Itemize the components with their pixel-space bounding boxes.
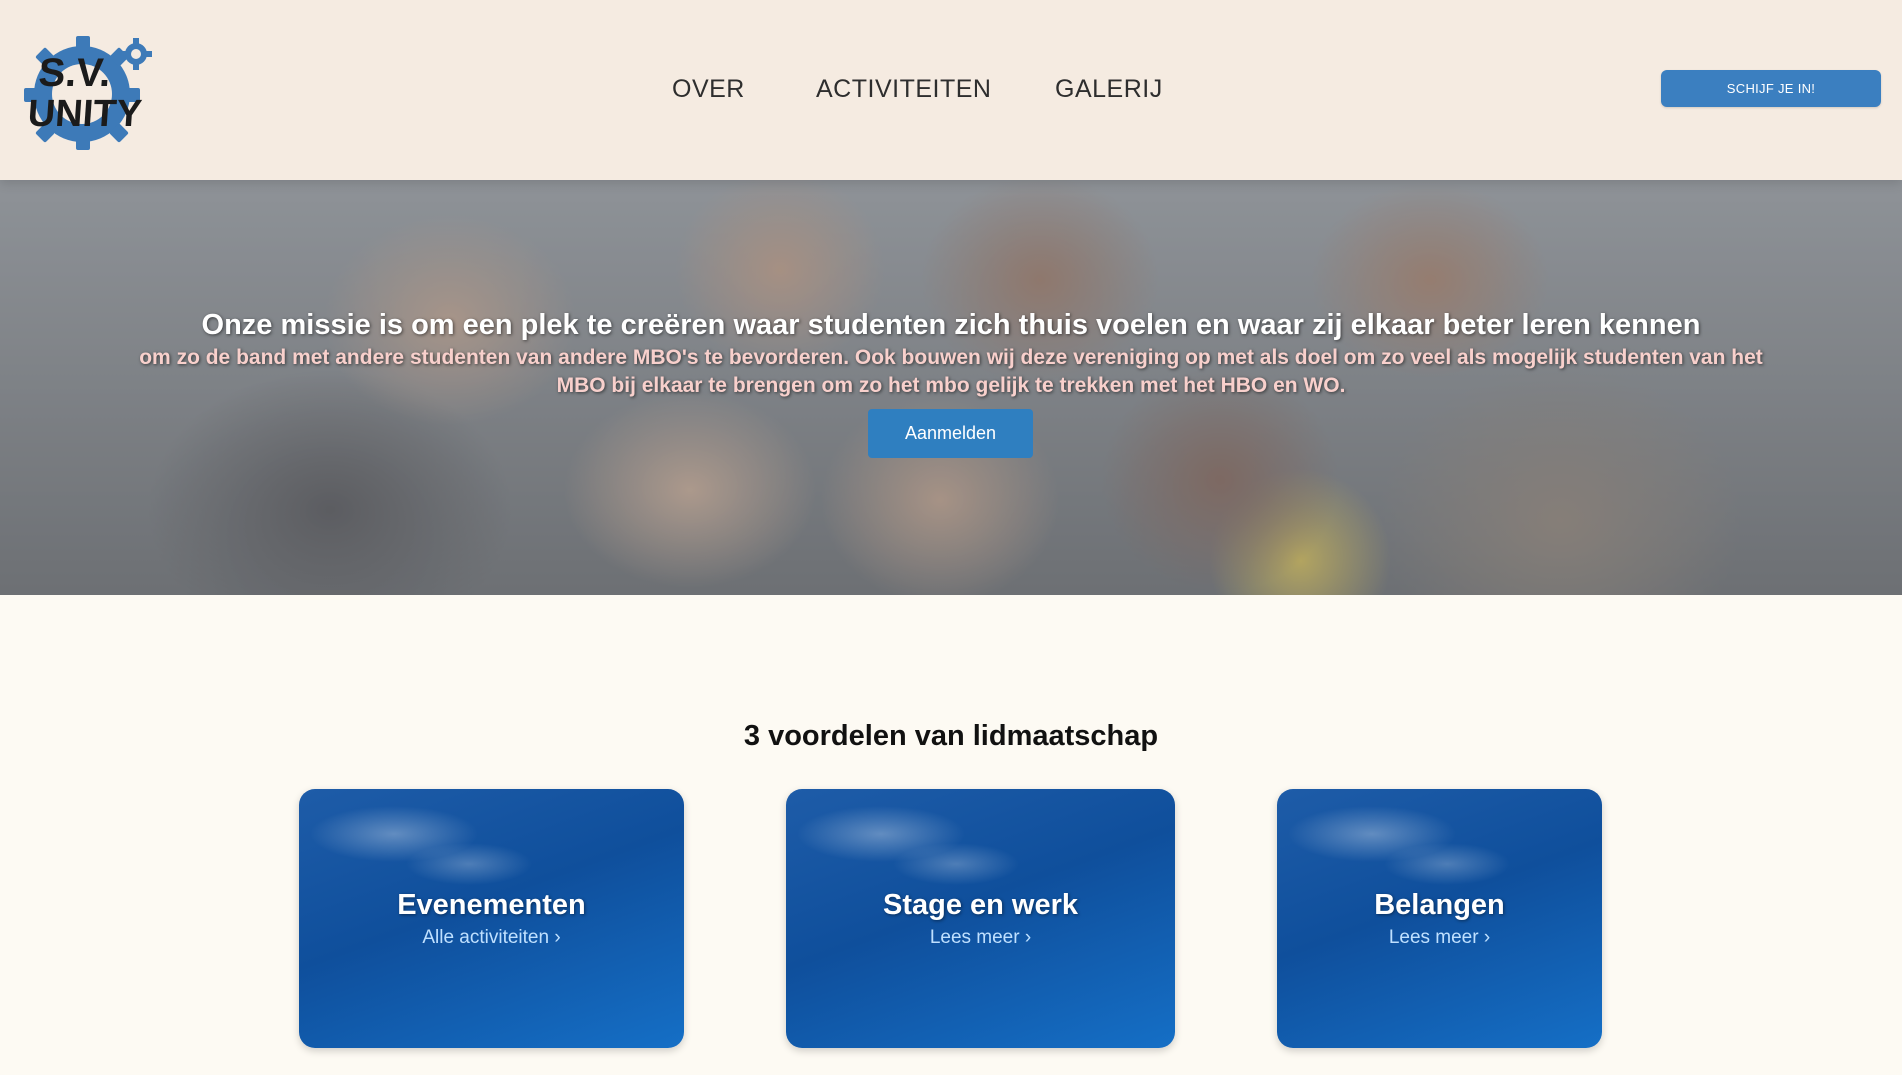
hero-description: om zo de band met andere studenten van a… [139,346,1763,397]
site-header: S.V. UNITY OVER ACTIVITEITEN GALERIJ SCH… [0,0,1902,180]
page: S.V. UNITY OVER ACTIVITEITEN GALERIJ SCH… [0,0,1902,1075]
benefit-card-link[interactable]: Lees meer › [1277,927,1602,949]
benefit-card-belangen[interactable]: Belangen Lees meer › [1277,789,1602,1048]
benefit-card-link[interactable]: Lees meer › [786,927,1175,949]
benefit-card-evenementen[interactable]: Evenementen Alle activiteiten › [299,789,684,1048]
hero-banner: Onze missie is om een plek te creëren wa… [0,180,1902,595]
nav-item-over[interactable]: OVER [672,74,745,104]
benefit-card-title: Stage en werk [882,889,1079,921]
benefit-card-title: Evenementen [397,889,586,921]
main-nav: OVER ACTIVITEITEN GALERIJ [0,74,1902,108]
benefit-card-stage-en-werk[interactable]: Stage en werk Lees meer › [786,789,1175,1048]
benefit-card-link[interactable]: Alle activiteiten › [299,927,684,949]
nav-item-activiteiten[interactable]: ACTIVITEITEN [816,74,991,104]
benefits-title: 3 voordelen van lidmaatschap [743,720,1159,752]
hero-title: Onze missie is om een plek te creëren wa… [201,309,1701,341]
signup-header-button[interactable]: SCHIJF JE IN! [1661,70,1881,107]
benefit-card-title: Belangen [1374,889,1505,921]
nav-item-galerij[interactable]: GALERIJ [1055,74,1163,104]
signup-hero-button[interactable]: Aanmelden [868,409,1033,458]
